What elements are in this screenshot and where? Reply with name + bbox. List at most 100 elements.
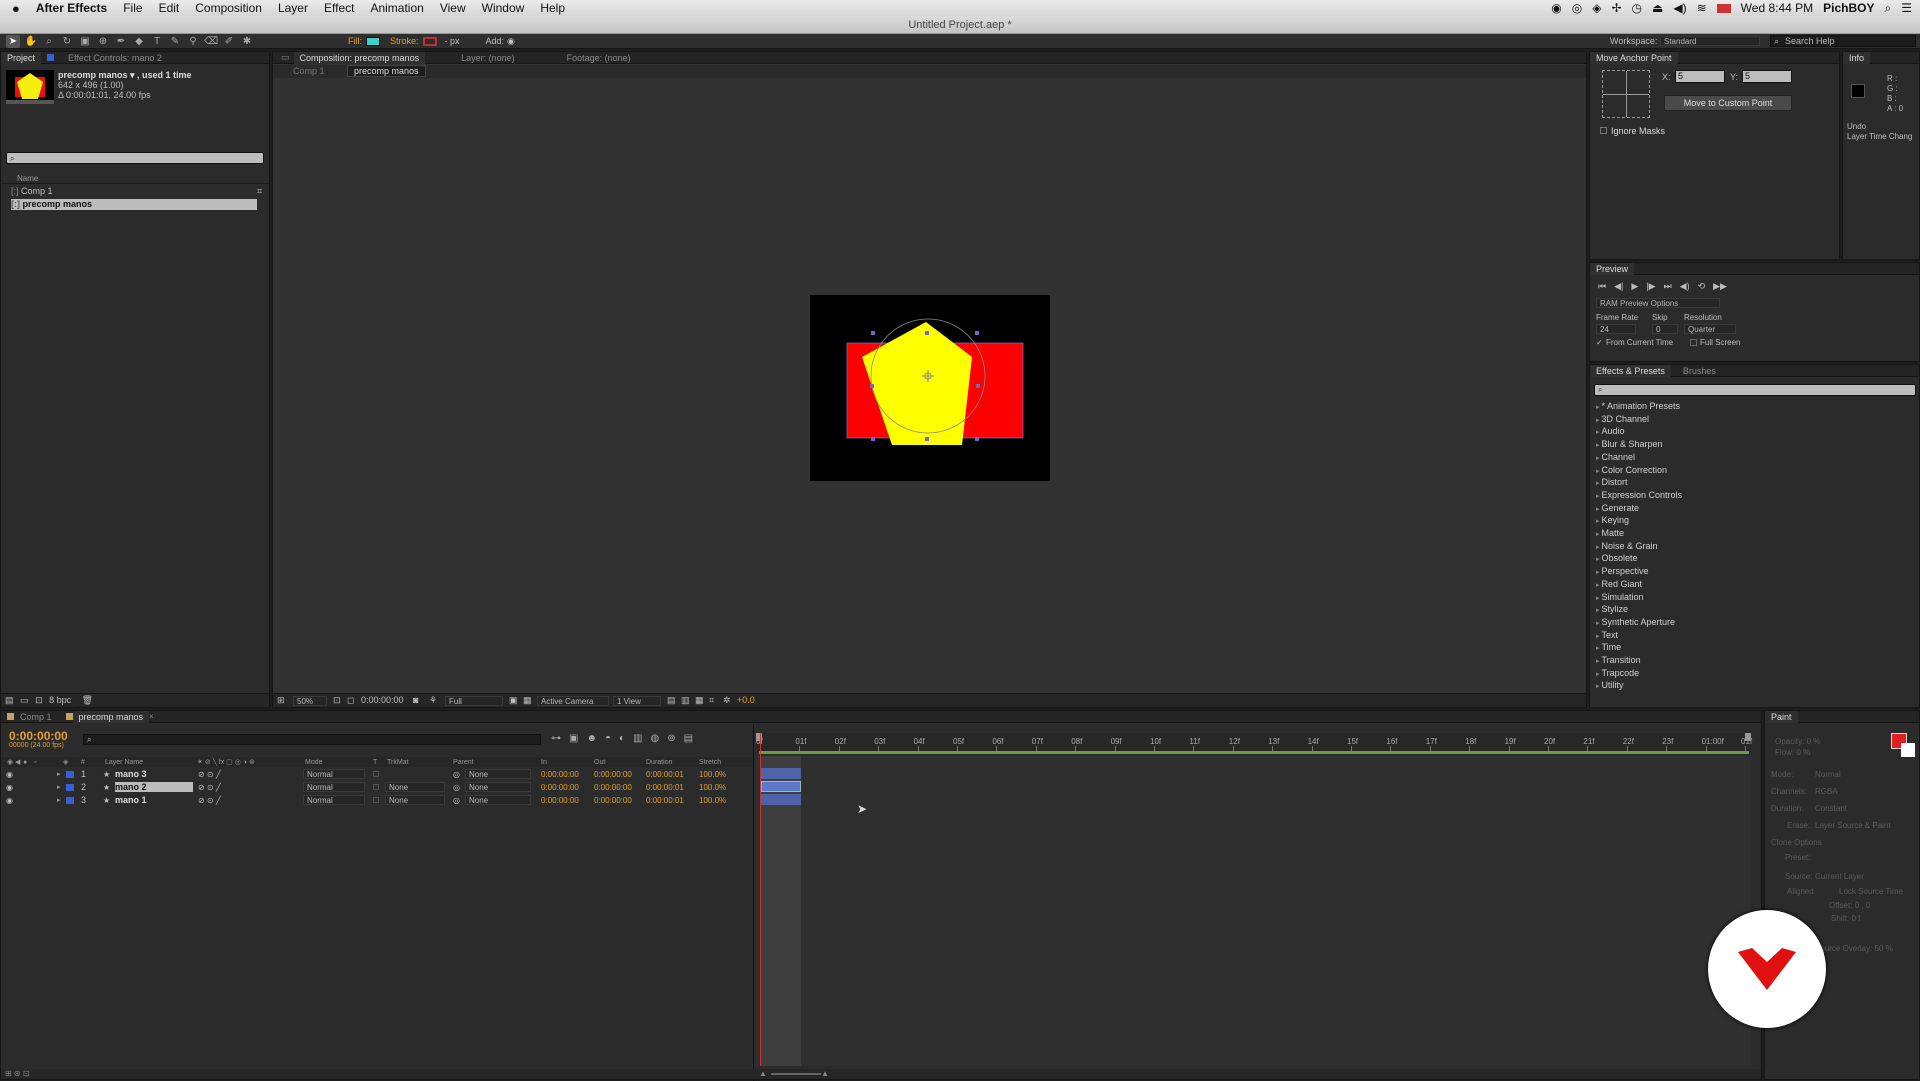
new-folder-icon[interactable]: ▭	[20, 695, 29, 705]
wifi-icon[interactable]: ≋	[1697, 1, 1707, 15]
anchor-grid-icon[interactable]	[1602, 70, 1650, 118]
pickwhip-icon[interactable]: ◎	[453, 796, 460, 805]
preview-resolution-select[interactable]: Quarter	[1684, 324, 1736, 334]
effects-category-item[interactable]: 3D Channel	[1596, 414, 1649, 424]
layer-duration[interactable]: 0:00:00:01	[646, 770, 684, 779]
menu-layer[interactable]: Layer	[270, 1, 316, 15]
help-search[interactable]: ⌕ Search Help	[1770, 35, 1916, 47]
paint-flow[interactable]: Flow: 0 %	[1775, 748, 1810, 757]
notification-icon[interactable]: ☰	[1901, 1, 1912, 15]
work-area-end-handle[interactable]	[1745, 733, 1751, 741]
tab-layer[interactable]: Layer: (none)	[455, 52, 521, 64]
spotlight-icon[interactable]: ⌕	[1885, 1, 1892, 16]
layer-mode-select[interactable]: Normal	[303, 795, 365, 805]
anchor-y-input[interactable]: 5	[1742, 70, 1792, 83]
user-name[interactable]: PichBOY	[1823, 1, 1874, 15]
transparency-grid-icon[interactable]: ▦	[523, 694, 532, 707]
paint-duration-select[interactable]: Constant	[1815, 804, 1847, 813]
solo-icon[interactable]: ●	[23, 759, 27, 766]
video-toggle-icon[interactable]: ◉	[7, 758, 13, 766]
frame-rate-select[interactable]: 24	[1596, 324, 1636, 334]
col-t[interactable]: T	[373, 759, 377, 766]
effects-category-item[interactable]: Blur & Sharpen	[1596, 439, 1662, 449]
list-item[interactable]: [:] precomp manos	[11, 199, 257, 210]
toggle-pixel-icon[interactable]: ▤	[667, 694, 676, 707]
brainstorm-icon[interactable]: ▥	[633, 733, 642, 744]
clone-offset[interactable]: Offset: 0 , 0	[1829, 901, 1870, 910]
layer-switches-icon[interactable]: ⊘ ⊙ ╱	[198, 770, 221, 779]
status-icon[interactable]: ◉	[1551, 1, 1561, 15]
fill-swatch[interactable]	[366, 36, 380, 46]
play-icon[interactable]: ▶	[1631, 281, 1638, 292]
pickwhip-icon[interactable]: ◎	[453, 783, 460, 792]
tab-move-anchor[interactable]: Move Anchor Point	[1590, 51, 1678, 64]
label-color-swatch[interactable]	[66, 784, 74, 791]
label-color-swatch[interactable]	[66, 771, 74, 778]
layer-switches-icon[interactable]: ⊘ ⊙ ╱	[198, 783, 221, 792]
parent-select[interactable]: None	[465, 769, 531, 779]
type-tool-icon[interactable]: T	[150, 35, 164, 48]
list-item[interactable]: [:] Comp 1	[11, 186, 257, 197]
table-row[interactable]: ◉ ▸ 1 ★ mano 3 ⊘ ⊙ ╱ Normal ◎ None 0:00:00:00 0:00…	[1, 768, 753, 780]
roto-brush-tool-icon[interactable]: ✐	[222, 35, 236, 48]
effects-category-item[interactable]: Obsolete	[1596, 553, 1637, 563]
clone-source-overlay[interactable]: Source Overlay: 50 %	[1815, 944, 1893, 953]
app-menu[interactable]: After Effects	[28, 1, 115, 15]
fast-preview-icon[interactable]: ▥	[681, 694, 690, 707]
parent-select[interactable]: None	[465, 795, 531, 805]
comp-mini-flowchart-icon[interactable]: ⊶	[551, 733, 561, 744]
apple-icon[interactable]: ●	[0, 1, 28, 16]
breadcrumb-comp1[interactable]: Comp 1	[293, 66, 325, 76]
add-icon[interactable]: ◉	[507, 36, 515, 47]
effects-search-input[interactable]: ⌕	[1594, 384, 1916, 396]
table-row[interactable]: ◉ ▸ 2 ★ mano 2 ⊘ ⊙ ╱ Normal None ◎ None 0:00:00:00…	[1, 781, 753, 793]
effects-category-item[interactable]: Generate	[1596, 503, 1639, 513]
tab-paint[interactable]: Paint	[1765, 710, 1798, 723]
clone-stamp-tool-icon[interactable]: ⚲	[186, 35, 200, 48]
layer-mode-select[interactable]: Normal	[303, 782, 365, 792]
effects-category-item[interactable]: Trapcode	[1596, 668, 1639, 678]
layer-duration[interactable]: 0:00:00:01	[646, 796, 684, 805]
exposure-value[interactable]: +0.0	[737, 694, 755, 707]
eye-icon[interactable]: ◉	[6, 770, 13, 779]
brush-tool-icon[interactable]: ✎	[168, 35, 182, 48]
shape-tool-icon[interactable]: ◆	[132, 35, 146, 48]
tab-timeline-precomp[interactable]: precomp manos	[72, 710, 150, 723]
full-screen-checkbox[interactable]	[1690, 339, 1697, 346]
table-row[interactable]: ◉ ▸ 3 ★ mano 1 ⊘ ⊙ ╱ Normal None ◎ None 0:00:00:00…	[1, 794, 753, 806]
prev-frame-icon[interactable]: ◀|	[1614, 281, 1623, 292]
current-time-indicator[interactable]	[760, 733, 761, 1066]
paint-channels-select[interactable]: RGBA	[1815, 787, 1838, 796]
menu-effect[interactable]: Effect	[316, 1, 362, 15]
tab-composition[interactable]: Composition: precomp manos	[293, 51, 426, 64]
col-layer-name[interactable]: Layer Name	[105, 759, 143, 766]
new-comp-icon[interactable]: ⊡	[35, 695, 43, 705]
col-stretch[interactable]: Stretch	[699, 759, 721, 766]
col-parent[interactable]: Parent	[453, 759, 474, 766]
clone-source-select[interactable]: Current Layer	[1815, 872, 1864, 881]
switches-icon[interactable]: ✶ ⊘ ╲ fx ▢ ◎ ◑ ⊛	[197, 758, 255, 766]
parent-select[interactable]: None	[465, 782, 531, 792]
layer-out[interactable]: 0:00:00:00	[594, 796, 632, 805]
safe-zones-icon[interactable]: ⊡	[333, 694, 341, 707]
next-frame-icon[interactable]: |▶	[1646, 281, 1655, 292]
background-color-swatch[interactable]	[1901, 743, 1915, 757]
move-to-custom-point-button[interactable]: Move to Custom Point	[1664, 95, 1792, 111]
col-trkmat[interactable]: TrkMat	[387, 759, 409, 766]
layer-name[interactable]: mano 3	[115, 769, 193, 779]
col-out[interactable]: Out	[594, 759, 605, 766]
motion-blur-icon[interactable]: ◐	[619, 733, 625, 744]
anchor-x-input[interactable]: 5	[1675, 70, 1725, 83]
audio-icon[interactable]: ◀)	[1680, 281, 1690, 292]
eye-icon[interactable]: ◉	[6, 783, 13, 792]
frame-blending-icon[interactable]: ◓	[605, 733, 611, 744]
effects-category-item[interactable]: Text	[1596, 630, 1618, 640]
effects-category-item[interactable]: Channel	[1596, 452, 1635, 462]
current-time-display[interactable]: 0:00:00:00	[9, 729, 68, 743]
bpc-toggle[interactable]: 8 bpc	[49, 695, 71, 705]
breadcrumb-precomp[interactable]: precomp manos	[347, 65, 426, 77]
layer-stretch[interactable]: 100.0%	[699, 796, 726, 805]
effects-category-item[interactable]: Synthetic Aperture	[1596, 617, 1675, 627]
preserve-transparency-checkbox[interactable]	[373, 771, 379, 777]
col-mode[interactable]: Mode	[305, 759, 323, 766]
